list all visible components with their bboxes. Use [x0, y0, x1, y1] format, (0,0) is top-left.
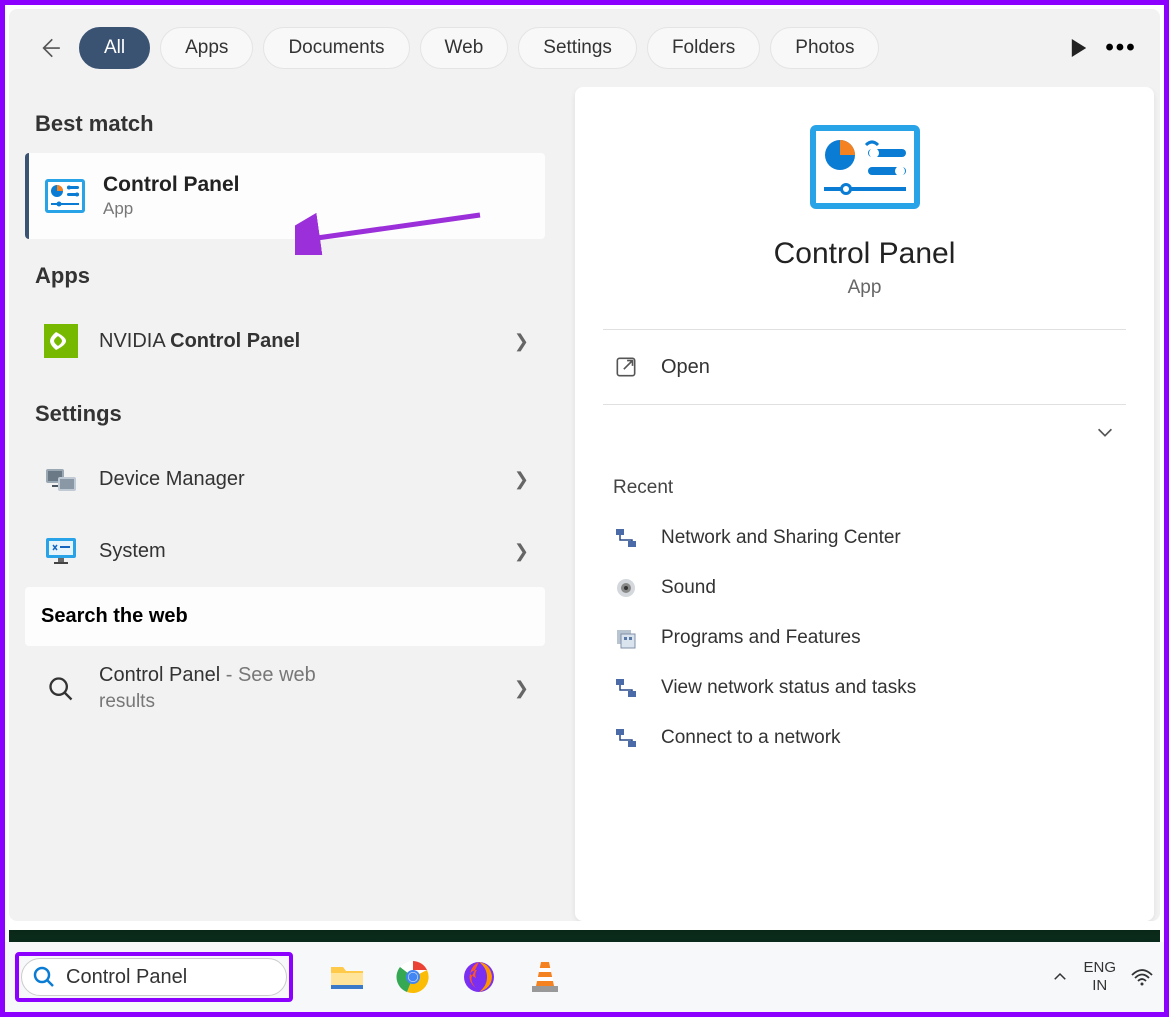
firefox-icon[interactable]: [461, 959, 497, 995]
system-icon: [41, 531, 81, 571]
network-icon: [613, 525, 639, 551]
chevron-down-icon: [1094, 421, 1116, 443]
search-web-header: Search the web: [25, 587, 545, 646]
recent-item[interactable]: Network and Sharing Center: [603, 513, 1126, 563]
control-panel-large-icon: [810, 125, 920, 209]
network-status-icon: [613, 675, 639, 701]
search-window: All Apps Documents Web Settings Folders …: [9, 9, 1160, 921]
recent-item[interactable]: Programs and Features: [603, 613, 1126, 663]
more-button[interactable]: •••: [1106, 33, 1136, 63]
results-column: Best match Control Panel App Apps NVIDIA…: [15, 87, 555, 921]
detail-pane: Control Panel App Open Recent Network an…: [575, 87, 1154, 921]
language-indicator[interactable]: ENG IN: [1083, 959, 1116, 995]
file-explorer-icon[interactable]: [329, 959, 365, 995]
recent-item[interactable]: Connect to a network: [603, 713, 1126, 763]
best-match-header: Best match: [25, 87, 545, 153]
recent-label: Sound: [661, 577, 716, 599]
expand-toggle[interactable]: [603, 405, 1126, 459]
web-result[interactable]: Control Panel - See web results ❯: [25, 646, 545, 731]
recent-item[interactable]: View network status and tasks: [603, 663, 1126, 713]
chevron-right-icon: ❯: [514, 469, 529, 490]
system-tray: ENG IN: [1051, 959, 1154, 995]
settings-header: Settings: [25, 377, 545, 443]
arrow-left-icon: [36, 35, 62, 61]
search-value: Control Panel: [66, 966, 206, 989]
chrome-icon[interactable]: [395, 959, 431, 995]
play-button[interactable]: [1066, 35, 1092, 61]
web-result-text: Control Panel: [99, 664, 220, 686]
taskbar: Control Panel ENG IN: [5, 942, 1164, 1012]
best-match-title: Control Panel: [103, 173, 529, 197]
app-prefix: NVIDIA: [99, 330, 170, 352]
top-bar: All Apps Documents Web Settings Folders …: [9, 9, 1160, 87]
chevron-right-icon: ❯: [514, 678, 529, 699]
search-icon: [32, 965, 56, 989]
back-button[interactable]: [33, 32, 65, 64]
taskbar-search[interactable]: Control Panel: [21, 958, 287, 996]
control-panel-icon: [45, 176, 85, 216]
device-manager-icon: [41, 459, 81, 499]
play-icon: [1070, 39, 1088, 57]
tab-all[interactable]: All: [79, 27, 150, 69]
connect-network-icon: [613, 725, 639, 751]
settings-item-label: System: [99, 540, 496, 563]
search-icon: [41, 669, 81, 709]
chevron-right-icon: ❯: [514, 331, 529, 352]
recent-item[interactable]: Sound: [603, 563, 1126, 613]
chevron-right-icon: ❯: [514, 541, 529, 562]
apps-header: Apps: [25, 239, 545, 305]
tab-apps[interactable]: Apps: [160, 27, 253, 69]
best-match-subtitle: App: [103, 199, 529, 219]
taskbar-apps: [329, 959, 563, 995]
settings-result-device-manager[interactable]: Device Manager ❯: [25, 443, 545, 515]
open-external-icon: [613, 354, 639, 380]
tray-chevron-up-icon[interactable]: [1051, 968, 1069, 986]
sound-icon: [613, 575, 639, 601]
search-box-highlight: Control Panel: [15, 952, 293, 1002]
recent-label: View network status and tasks: [661, 677, 916, 699]
ellipsis-icon: •••: [1105, 34, 1136, 62]
tab-web[interactable]: Web: [420, 27, 509, 69]
tab-documents[interactable]: Documents: [263, 27, 409, 69]
tab-photos[interactable]: Photos: [770, 27, 879, 69]
web-result-line2: results: [99, 691, 496, 713]
app-result-nvidia[interactable]: NVIDIA Control Panel ❯: [25, 305, 545, 377]
open-label: Open: [661, 356, 710, 379]
open-action[interactable]: Open: [603, 330, 1126, 404]
tab-settings[interactable]: Settings: [518, 27, 637, 69]
filter-tabs: All Apps Documents Web Settings Folders …: [79, 27, 1052, 69]
settings-item-label: Device Manager: [99, 468, 496, 491]
tab-folders[interactable]: Folders: [647, 27, 760, 69]
app-bold: Control Panel: [170, 330, 300, 352]
best-match-result[interactable]: Control Panel App: [25, 153, 545, 239]
detail-title: Control Panel: [603, 237, 1126, 271]
main-content: Best match Control Panel App Apps NVIDIA…: [9, 87, 1160, 921]
recent-header: Recent: [603, 459, 1126, 513]
recent-label: Programs and Features: [661, 627, 861, 649]
recent-label: Network and Sharing Center: [661, 527, 901, 549]
wifi-icon[interactable]: [1130, 967, 1154, 987]
detail-subtitle: App: [603, 277, 1126, 299]
programs-icon: [613, 625, 639, 651]
settings-result-system[interactable]: System ❯: [25, 515, 545, 587]
vlc-icon[interactable]: [527, 959, 563, 995]
web-result-suffix: - See web: [220, 664, 316, 686]
nvidia-icon: [41, 321, 81, 361]
recent-label: Connect to a network: [661, 727, 841, 749]
